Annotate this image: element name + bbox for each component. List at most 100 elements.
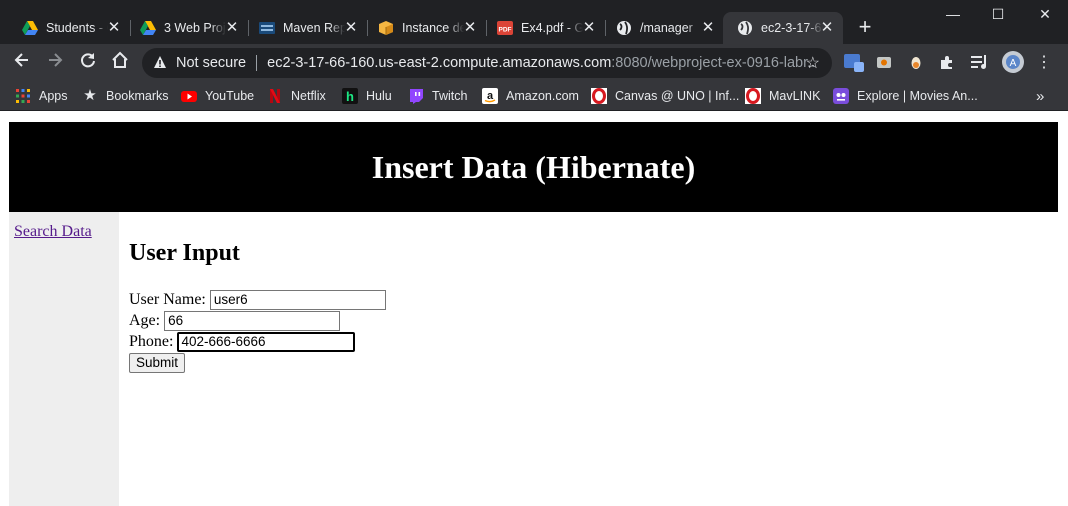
submit-row: Submit	[129, 352, 186, 373]
minimize-button[interactable]: —	[930, 0, 976, 28]
close-icon[interactable]: ✕	[581, 20, 597, 36]
tab-web-projects[interactable]: 3 Web Projects ✕	[126, 12, 248, 44]
bookmark-label: Apps	[39, 89, 68, 103]
close-icon[interactable]: ✕	[343, 20, 359, 36]
media-control-icon[interactable]	[971, 54, 989, 72]
uno-icon	[591, 88, 607, 104]
form-heading: User Input	[129, 240, 240, 266]
close-icon[interactable]: ✕	[700, 20, 716, 36]
submit-button[interactable]: Submit	[129, 352, 186, 373]
youtube-icon	[181, 88, 197, 104]
bookmark-apps[interactable]: Apps	[15, 87, 68, 105]
omnibox-divider	[256, 55, 258, 71]
tab-search-extension-icon[interactable]	[844, 54, 864, 72]
close-icon[interactable]: ✕	[106, 20, 122, 36]
page-viewport: Insert Data (Hibernate) Search Data User…	[0, 111, 1068, 506]
bookmark-twitch[interactable]: Twitch	[408, 87, 467, 105]
tab-title: Instance details	[402, 21, 464, 35]
reload-icon	[81, 53, 95, 68]
warning-icon[interactable]	[152, 55, 168, 72]
twitch-icon	[408, 88, 424, 104]
close-icon[interactable]: ✕	[462, 20, 478, 36]
extensions-puzzle-icon[interactable]	[939, 54, 957, 72]
back-arrow-icon	[14, 53, 28, 67]
netflix-icon	[267, 88, 283, 104]
svg-text:PDF: PDF	[499, 27, 512, 34]
bookmark-star-icon[interactable]: ☆	[806, 53, 820, 73]
tab-instance-details[interactable]: Instance details ✕	[364, 12, 486, 44]
new-tab-button[interactable]: +	[852, 15, 878, 41]
tab-manager[interactable]: /manager ✕	[602, 12, 724, 44]
svg-text:a: a	[487, 90, 494, 102]
tab-title: Students - Google Drive	[46, 21, 108, 35]
menu-kebab-icon[interactable]: ⋮	[1036, 54, 1052, 72]
uno-icon	[745, 88, 761, 104]
bookmark-mavlink[interactable]: MavLINK	[745, 87, 820, 105]
browser-toolbar: Not secure ec2-3-17-66-160.us-east-2.com…	[0, 44, 1068, 82]
url-path: :8080/webproject-ex-0916-labr...	[611, 55, 817, 71]
forward-arrow-icon	[49, 53, 63, 67]
svg-text:h: h	[346, 89, 354, 104]
forward-button[interactable]	[43, 51, 67, 75]
phone-field[interactable]	[177, 331, 356, 352]
home-icon	[112, 51, 128, 68]
tab-students[interactable]: Students - Google Drive ✕	[8, 12, 130, 44]
bookmark-bookmarks[interactable]: ★ Bookmarks	[82, 87, 168, 105]
egg-extension-icon[interactable]	[908, 54, 926, 72]
age-row: Age:	[129, 310, 341, 331]
user-name-row: User Name:	[129, 289, 386, 310]
tab-ex4-pdf[interactable]: PDF Ex4.pdf - Google ✕	[483, 12, 605, 44]
maven-icon	[259, 20, 275, 36]
age-field[interactable]	[164, 310, 341, 331]
bookmark-label: Canvas @ UNO | Inf...	[615, 89, 740, 103]
bookmark-canvas[interactable]: Canvas @ UNO | Inf...	[591, 87, 739, 105]
user-name-field[interactable]	[209, 289, 386, 310]
tab-title: Ex4.pdf - Google	[521, 21, 583, 35]
reload-button[interactable]	[76, 51, 100, 75]
page-title: Insert Data (Hibernate)	[371, 149, 696, 185]
bookmark-label: Netflix	[291, 89, 326, 103]
phone-row: Phone:	[129, 331, 356, 352]
globe-icon	[737, 20, 753, 36]
bookmark-amazon[interactable]: a Amazon.com	[482, 87, 579, 105]
tab-title: 3 Web Projects	[164, 21, 226, 35]
globe-icon	[616, 20, 632, 36]
google-drive-icon	[140, 20, 156, 36]
maximize-button[interactable]: ☐	[975, 0, 1021, 28]
close-icon[interactable]: ✕	[819, 20, 835, 36]
search-data-link[interactable]: Search Data	[14, 223, 92, 241]
security-status[interactable]: Not secure	[176, 55, 246, 71]
avatar[interactable]: A	[1002, 51, 1024, 73]
screenshot-extension-icon[interactable]	[876, 54, 894, 72]
back-button[interactable]	[10, 51, 34, 75]
apps-grid-icon	[15, 88, 31, 104]
bookmark-label: Hulu	[366, 89, 392, 103]
home-button[interactable]	[108, 51, 132, 75]
hulu-icon: h	[342, 88, 358, 104]
bookmark-explore[interactable]: Explore | Movies An...	[833, 87, 978, 105]
tab-title: /manager	[640, 21, 693, 35]
close-window-button[interactable]: ✕	[1022, 0, 1068, 28]
page-banner: Insert Data (Hibernate)	[9, 122, 1058, 212]
bookmark-label: Explore | Movies An...	[857, 89, 978, 103]
phone-label: Phone:	[129, 332, 174, 350]
bookmark-label: Twitch	[432, 89, 468, 103]
explore-icon	[833, 88, 849, 104]
bookmark-netflix[interactable]: Netflix	[267, 87, 326, 105]
bookmarks-bar: Apps ★ Bookmarks YouTube Netflix h Hulu …	[0, 82, 1068, 111]
bookmark-youtube[interactable]: YouTube	[181, 87, 254, 105]
amazon-icon: a	[482, 88, 498, 104]
tab-strip: Students - Google Drive ✕ 3 Web Projects…	[0, 0, 1068, 44]
star-icon: ★	[83, 87, 97, 104]
bookmark-hulu[interactable]: h Hulu	[342, 87, 392, 105]
pdf-icon: PDF	[497, 20, 513, 36]
more-bookmarks-button[interactable]: »	[1036, 87, 1044, 105]
user-name-label: User Name:	[129, 290, 206, 308]
close-icon[interactable]: ✕	[224, 20, 240, 36]
tab-ec2-active[interactable]: ec2-3-17-66 ✕	[723, 12, 843, 44]
tab-maven[interactable]: Maven Repository ✕	[245, 12, 367, 44]
address-bar[interactable]: Not secure ec2-3-17-66-160.us-east-2.com…	[142, 48, 832, 78]
svg-text:A: A	[1010, 58, 1017, 69]
age-label: Age:	[129, 311, 161, 329]
bookmark-label: Amazon.com	[506, 89, 579, 103]
